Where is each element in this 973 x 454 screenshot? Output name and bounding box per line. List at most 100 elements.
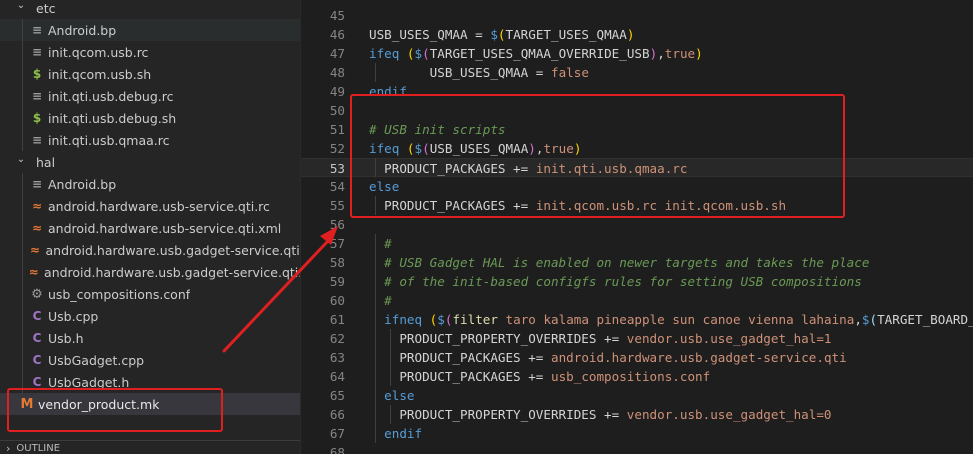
code-token: vendor.usb.use_gadget_hal=0 <box>626 407 832 422</box>
code-line[interactable]: 68 <box>301 443 973 454</box>
code-line[interactable]: 63 PRODUCT_PACKAGES += android.hardware.… <box>301 348 973 367</box>
line-number: 62 <box>329 331 345 346</box>
code-line[interactable]: 46 USB_USES_QMAA = $(TARGET_USES_QMAA) <box>301 25 973 44</box>
code-token: ( <box>497 27 506 42</box>
code-text: PRODUCT_PROPERTY_OVERRIDES += vendor.usb… <box>369 329 831 348</box>
file-name-label: init.qcom.usb.rc <box>48 44 149 60</box>
xml-rss-icon: ≈ <box>29 243 40 257</box>
file-item[interactable]: ≡ init.qcom.usb.rc <box>0 41 300 63</box>
code-line[interactable]: 66 PRODUCT_PROPERTY_OVERRIDES += vendor.… <box>301 405 973 424</box>
code-text: USB_USES_QMAA = false <box>369 63 589 82</box>
xml-rss-icon: ≈ <box>31 199 43 213</box>
code-token: PRODUCT_PACKAGES += <box>369 161 536 176</box>
code-text: ifneq ($(filter taro kalama pineapple su… <box>369 310 973 329</box>
code-token: PRODUCT_PROPERTY_OVERRIDES += <box>369 407 627 422</box>
file-name-label: android.hardware.usb.gadget-service.qti.… <box>45 242 300 258</box>
code-text: PRODUCT_PACKAGES += usb_compositions.con… <box>369 367 710 386</box>
file-item[interactable]: ≈ android.hardware.usb.gadget-service.qti… <box>0 239 300 261</box>
code-line[interactable]: 47 ifeq ($(TARGET_USES_QMAA_OVERRIDE_USB)… <box>301 44 973 63</box>
code-line[interactable]: 54 else <box>301 177 973 196</box>
code-line[interactable]: 56 <box>301 215 973 234</box>
outline-section-header[interactable]: › OUTLINE <box>0 440 300 454</box>
code-text: PRODUCT_PACKAGES += android.hardware.usb… <box>369 348 846 367</box>
line-number: 58 <box>329 255 345 270</box>
folder-etc[interactable]: ⌄ etc <box>0 0 300 19</box>
code-editor[interactable]: 45 46 USB_USES_QMAA = $(TARGET_USES_QMAA) 4… <box>301 0 973 454</box>
code-line[interactable]: 67 endif <box>301 424 973 443</box>
code-token: endif <box>384 426 423 441</box>
chevron-down-icon[interactable]: ⌄ <box>14 152 28 166</box>
code-line[interactable]: 55 PRODUCT_PACKAGES += init.qcom.usb.rc … <box>301 196 973 215</box>
file-item[interactable]: ≈ android.hardware.usb-service.qti.xml <box>0 217 300 239</box>
file-item[interactable]: C UsbGadget.cpp <box>0 349 300 371</box>
code-token: PRODUCT_PACKAGES += <box>369 369 551 384</box>
code-token: true <box>664 46 696 61</box>
folder-hal[interactable]: ⌄ hal <box>0 151 300 173</box>
makefile-icon: M <box>20 396 34 412</box>
file-name-label: Android.bp <box>48 22 117 38</box>
file-name-label: init.qti.usb.debug.sh <box>48 110 177 126</box>
code-text: PRODUCT_PROPERTY_OVERRIDES += vendor.usb… <box>369 405 832 424</box>
code-line[interactable]: 49 endif <box>301 82 973 101</box>
file-explorer: ⌄ etc ≡ Android.bp ≡ init.qcom.usb.rc $ init.qc… <box>0 0 301 454</box>
file-name-label: hal <box>36 154 56 170</box>
code-line[interactable]: 48 USB_USES_QMAA = false <box>301 63 973 82</box>
chevron-down-icon[interactable]: ⌄ <box>14 0 28 12</box>
code-token: ifeq <box>369 46 407 61</box>
code-line[interactable]: 61 ifneq ($(filter taro kalama pineapple… <box>301 310 973 329</box>
indent-guide <box>390 405 391 424</box>
line-number: 64 <box>329 369 345 384</box>
code-line[interactable]: 51 # USB init scripts <box>301 120 973 139</box>
code-line[interactable]: 64 PRODUCT_PACKAGES += usb_compositions.… <box>301 367 973 386</box>
file-item[interactable]: C UsbGadget.h <box>0 371 300 393</box>
code-line[interactable]: 59 # of the init-based configfs rules fo… <box>301 272 973 291</box>
code-line[interactable]: 60 # <box>301 291 973 310</box>
file-name-label: android.hardware.usb-service.qti.xml <box>48 220 282 236</box>
line-number: 67 <box>329 426 345 441</box>
code-token: ( <box>406 46 415 61</box>
code-line[interactable]: 58 # USB Gadget HAL is enabled on newer … <box>301 253 973 272</box>
code-line[interactable]: 57 # <box>301 234 973 253</box>
file-item[interactable]: C Usb.cpp <box>0 305 300 327</box>
file-item[interactable]: ≡ init.qti.usb.debug.rc <box>0 85 300 107</box>
code-line[interactable]: 65 else <box>301 386 973 405</box>
code-line[interactable]: 52 ifeq ($(USB_USES_QMAA),true) <box>301 139 973 158</box>
c-source-icon: C <box>32 309 42 323</box>
code-token: filter <box>452 312 498 327</box>
file-item[interactable]: ⚙ usb_compositions.conf <box>0 283 300 305</box>
code-line[interactable]: 50 <box>301 101 973 120</box>
text-file-icon: ≡ <box>31 177 43 191</box>
file-name-label: Android.bp <box>48 176 117 192</box>
code-line[interactable]: 62 PRODUCT_PROPERTY_OVERRIDES += vendor.… <box>301 329 973 348</box>
file-item[interactable]: ≡ init.qti.usb.qmaa.rc <box>0 129 300 151</box>
code-token: # <box>369 293 392 308</box>
file-item[interactable]: ≡ Android.bp <box>0 173 300 195</box>
file-name-label: etc <box>36 0 56 16</box>
file-name-label: UsbGadget.h <box>48 374 130 390</box>
code-token: # USB Gadget HAL is enabled on newer tar… <box>369 255 870 270</box>
code-token: ( <box>406 141 415 156</box>
code-line[interactable]: 53 PRODUCT_PACKAGES += init.qti.usb.qmaa… <box>301 158 973 177</box>
file-item[interactable]: $ init.qcom.usb.sh <box>0 63 300 85</box>
file-item[interactable]: ≈ android.hardware.usb.gadget-service.qti… <box>0 261 300 283</box>
code-token: USB_USES_QMAA <box>429 141 529 156</box>
file-item[interactable]: Mvendor_product.mk <box>0 393 300 415</box>
file-item[interactable]: C Usb.h <box>0 327 300 349</box>
code-token: # <box>369 236 392 251</box>
file-item[interactable]: $ init.qti.usb.debug.sh <box>0 107 300 129</box>
code-token: $ <box>861 312 870 327</box>
chevron-right-icon[interactable]: › <box>6 442 10 454</box>
file-item[interactable]: ≡ Android.bp <box>0 19 300 41</box>
line-number: 66 <box>329 407 345 422</box>
file-item[interactable]: ≈ android.hardware.usb-service.qti.rc <box>0 195 300 217</box>
code-token: $ <box>490 27 498 42</box>
code-token: USB_USES_QMAA = <box>369 27 491 42</box>
indent-guide <box>375 158 376 177</box>
code-line[interactable]: 45 <box>301 6 973 25</box>
line-number: 54 <box>329 179 345 194</box>
text-file-icon: ≡ <box>31 45 43 59</box>
shell-script-icon: $ <box>32 111 42 125</box>
code-text: ifeq ($(USB_USES_QMAA),true) <box>369 139 581 158</box>
